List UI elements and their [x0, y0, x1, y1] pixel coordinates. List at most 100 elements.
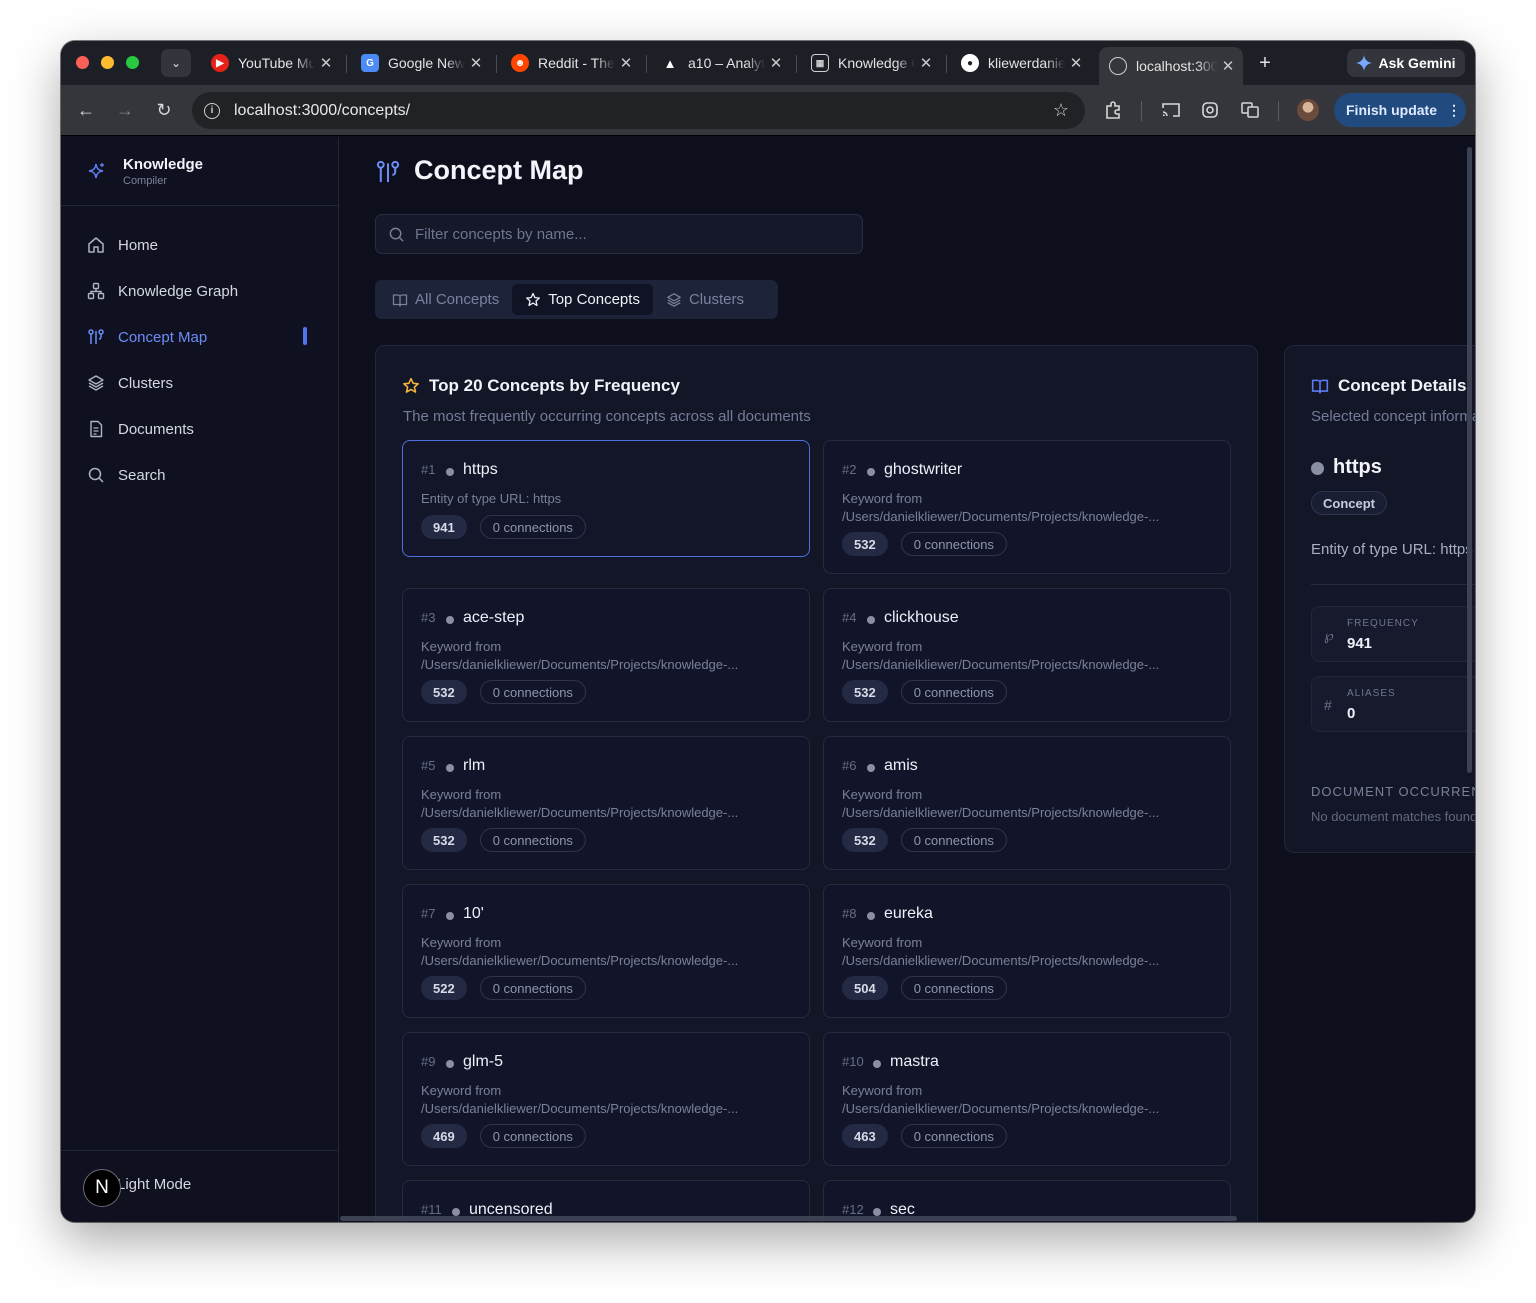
profile-avatar[interactable]: [1297, 99, 1319, 121]
hash-icon: #: [1324, 697, 1332, 713]
window-close-button[interactable]: [76, 56, 89, 69]
concept-description: Keyword from /Users/danielkliewer/Docume…: [842, 935, 1160, 968]
concept-color-dot: [873, 1060, 881, 1068]
frequency-badge: 504: [842, 976, 888, 1000]
reload-button[interactable]: ↻: [152, 98, 176, 122]
bookmark-star-icon[interactable]: ☆: [1053, 100, 1069, 121]
concept-rank: #3: [421, 610, 436, 625]
concept-card[interactable]: #8 eureka Keyword from /Users/danielkliewe…: [823, 884, 1231, 1018]
ask-gemini-button[interactable]: Ask Gemini: [1347, 49, 1465, 77]
tab-top-concepts[interactable]: Top Concepts: [512, 284, 653, 315]
site-info-icon[interactable]: i: [204, 102, 220, 119]
concept-meta: 941 0 connections: [421, 515, 586, 539]
new-tab-button[interactable]: +: [1253, 51, 1277, 75]
tab-close-icon[interactable]: ✕: [1217, 57, 1239, 75]
tab-close-icon[interactable]: ✕: [765, 54, 787, 72]
tab-close-icon[interactable]: ✕: [1065, 54, 1087, 72]
main-content: Concept Map All Concepts Top Concepts Cl…: [340, 137, 1475, 1222]
sidebar-item-clusters[interactable]: Clusters: [77, 364, 323, 402]
browser-tab-5[interactable]: ▦ Knowledge Compiler ✕: [801, 47, 941, 79]
concept-description: Keyword from /Users/danielkliewer/Docume…: [842, 787, 1160, 820]
layers-icon: [667, 292, 681, 307]
concept-name: clickhouse: [884, 609, 959, 626]
extensions-icon[interactable]: [1101, 98, 1125, 122]
concept-color-dot: [446, 764, 454, 772]
google-news-icon: G: [361, 54, 379, 72]
tab-strip: ⌄ ▶ YouTube Music ✕ G Google News ✕ ☻ Re…: [61, 41, 1475, 85]
details-title: Concept Details: [1338, 376, 1467, 395]
grid-icon: ▦: [811, 54, 829, 72]
search-icon: [86, 465, 106, 485]
tab-close-icon[interactable]: ✕: [315, 54, 337, 72]
concept-description: Keyword from /Users/danielkliewer/Docume…: [421, 639, 739, 672]
sidebar-item-label: Home: [118, 236, 159, 254]
concept-card[interactable]: #7 10' Keyword from /Users/danielkliewer/D…: [402, 884, 810, 1018]
browser-tab-4[interactable]: ▲ a10 – Analytics ✕: [651, 47, 791, 79]
concept-name: 10': [463, 905, 484, 922]
translate-icon[interactable]: [1238, 98, 1262, 122]
theme-toggle-button[interactable]: Light Mode: [117, 1176, 191, 1193]
tab-close-icon[interactable]: ✕: [915, 54, 937, 72]
concept-card[interactable]: #1 https Entity of type URL: https 941 0 con…: [402, 440, 810, 557]
frequency-stat: ℘ FREQUENCY 941: [1311, 606, 1475, 662]
concept-map-icon: [86, 327, 106, 347]
sidebar-item-search[interactable]: Search: [77, 456, 323, 494]
concept-color-dot: [867, 616, 875, 624]
tab-close-icon[interactable]: ✕: [615, 54, 637, 72]
address-bar[interactable]: i localhost:3000/concepts/ ☆: [192, 92, 1085, 129]
tab-title: YouTube Music: [238, 55, 315, 71]
cast-icon[interactable]: [1159, 98, 1183, 122]
brand[interactable]: Knowledge Compiler: [61, 137, 339, 206]
vertical-scrollbar[interactable]: [1467, 147, 1472, 773]
concept-card[interactable]: #9 glm-5 Keyword from /Users/danielkliewer…: [402, 1032, 810, 1166]
aliases-stat: # ALIASES 0: [1311, 676, 1475, 732]
back-button[interactable]: ←: [74, 98, 98, 122]
tab-all-concepts[interactable]: All Concepts: [379, 284, 512, 315]
window-maximize-button[interactable]: [126, 56, 139, 69]
concept-card[interactable]: #4 clickhouse Keyword from /Users/danielkl…: [823, 588, 1231, 722]
screenshot-icon[interactable]: [1198, 98, 1222, 122]
nextjs-dev-badge[interactable]: N: [83, 1169, 121, 1207]
filter-field[interactable]: [375, 214, 863, 254]
tab-label: Clusters: [688, 291, 744, 308]
concept-meta: 463 0 connections: [842, 1124, 1007, 1148]
browser-tab-2[interactable]: G Google News ✕: [351, 47, 491, 79]
concept-card[interactable]: #3 ace-step Keyword from /Users/danielklie…: [402, 588, 810, 722]
layers-icon: [86, 373, 106, 393]
sidebar-item-documents[interactable]: Documents: [77, 410, 323, 448]
connections-badge: 0 connections: [900, 828, 1007, 852]
sidebar-item-label: Concept Map: [118, 328, 208, 346]
concept-card[interactable]: #10 mastra Keyword from /Users/danielkliew…: [823, 1032, 1231, 1166]
finish-update-button[interactable]: Finish update ⋮: [1334, 93, 1466, 127]
browser-tab-6[interactable]: ● kliewerdaniel ✕: [951, 47, 1091, 79]
window-minimize-button[interactable]: [101, 56, 114, 69]
frequency-badge: 532: [421, 828, 467, 852]
sidebar-item-knowledge-graph[interactable]: Knowledge Graph: [77, 272, 323, 310]
browser-tab-7[interactable]: localhost:3000 ✕: [1099, 47, 1243, 85]
sidebar-item-label: Documents: [118, 420, 194, 438]
gemini-sparkle-icon: [1356, 55, 1373, 71]
sidebar-item-home[interactable]: Home: [77, 226, 323, 264]
concept-card[interactable]: #5 rlm Keyword from /Users/danielkliewer/D…: [402, 736, 810, 870]
tab-search-button[interactable]: ⌄: [161, 49, 191, 77]
tab-close-icon[interactable]: ✕: [465, 54, 487, 72]
browser-tab-1[interactable]: ▶ YouTube Music ✕: [201, 47, 341, 79]
forward-button[interactable]: →: [113, 98, 137, 122]
concept-card[interactable]: #2 ghostwriter Keyword from /Users/danielk…: [823, 440, 1231, 574]
concept-description: Keyword from /Users/danielkliewer/Docume…: [421, 1083, 739, 1116]
star-icon: [526, 292, 541, 306]
connections-badge: 0 connections: [900, 976, 1007, 1000]
frequency-badge: 532: [842, 532, 888, 556]
filter-concepts-input[interactable]: [415, 225, 835, 243]
tab-label: Top Concepts: [548, 291, 640, 308]
concept-card[interactable]: #6 amis Keyword from /Users/danielkliewer/…: [823, 736, 1231, 870]
tab-clusters[interactable]: Clusters: [653, 284, 757, 315]
browser-tab-3[interactable]: ☻ Reddit - The heart of the internet ✕: [501, 47, 641, 79]
concept-name: ghostwriter: [884, 461, 963, 478]
search-icon: [388, 226, 405, 243]
horizontal-scrollbar[interactable]: [340, 1216, 1237, 1221]
frequency-badge: 532: [842, 680, 888, 704]
sidebar-item-concept-map[interactable]: Concept Map: [77, 318, 323, 356]
divider: [1311, 584, 1475, 585]
concept-name: ace-step: [463, 609, 525, 626]
